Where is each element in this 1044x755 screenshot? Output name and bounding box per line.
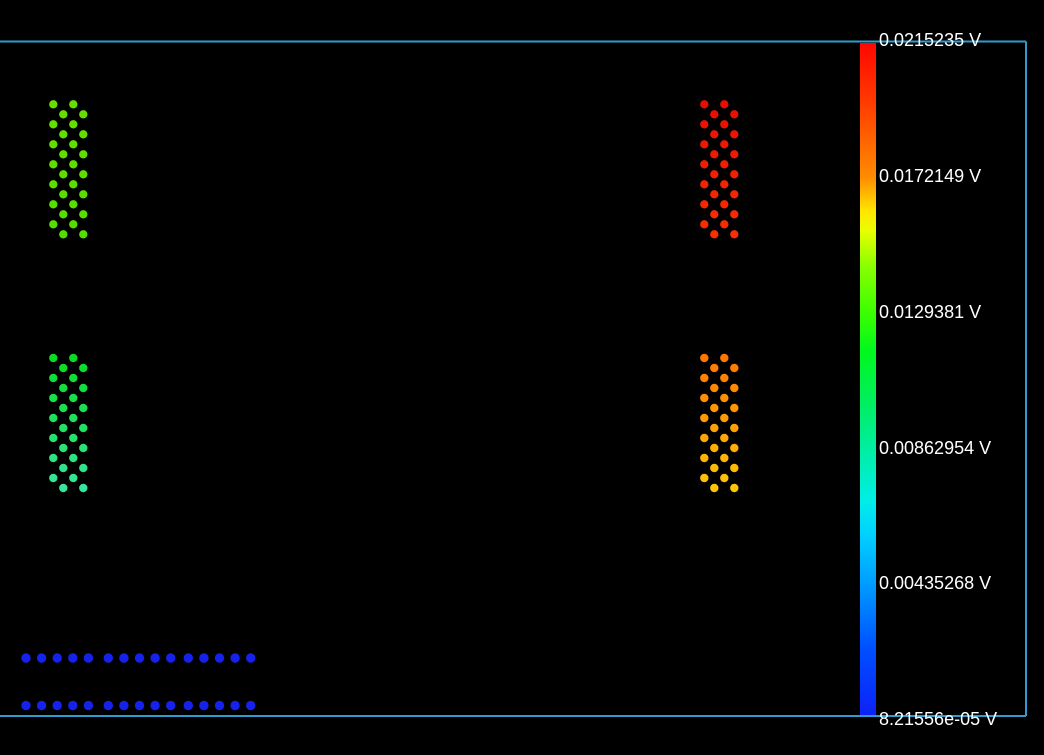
dot-cluster-mid-left: [49, 354, 87, 492]
colorbar-tick-label: 0.0172149 V: [879, 164, 981, 188]
dot-cluster-top-left: [49, 100, 87, 238]
scene-canvas[interactable]: [0, 0, 1044, 755]
colorbar-tick-label: 0.0215235 V: [879, 28, 981, 52]
dot-row-bottom-row-2: [21, 701, 255, 710]
dot-cluster-top-right: [700, 100, 738, 238]
simulation-viewport[interactable]: 0.0215235 V 0.0172149 V 0.0129381 V 0.00…: [0, 0, 1044, 755]
colorbar-tick-label: 0.0129381 V: [879, 300, 981, 324]
colorbar-tick-label: 8.21556e-05 V: [879, 707, 997, 731]
colorbar-gradient: [860, 43, 876, 715]
dot-cluster-mid-right: [700, 354, 738, 492]
dot-row-bottom-row-1: [21, 653, 255, 662]
colorbar-tick-label: 0.00435268 V: [879, 571, 991, 595]
colorbar-tick-label: 0.00862954 V: [879, 436, 991, 460]
